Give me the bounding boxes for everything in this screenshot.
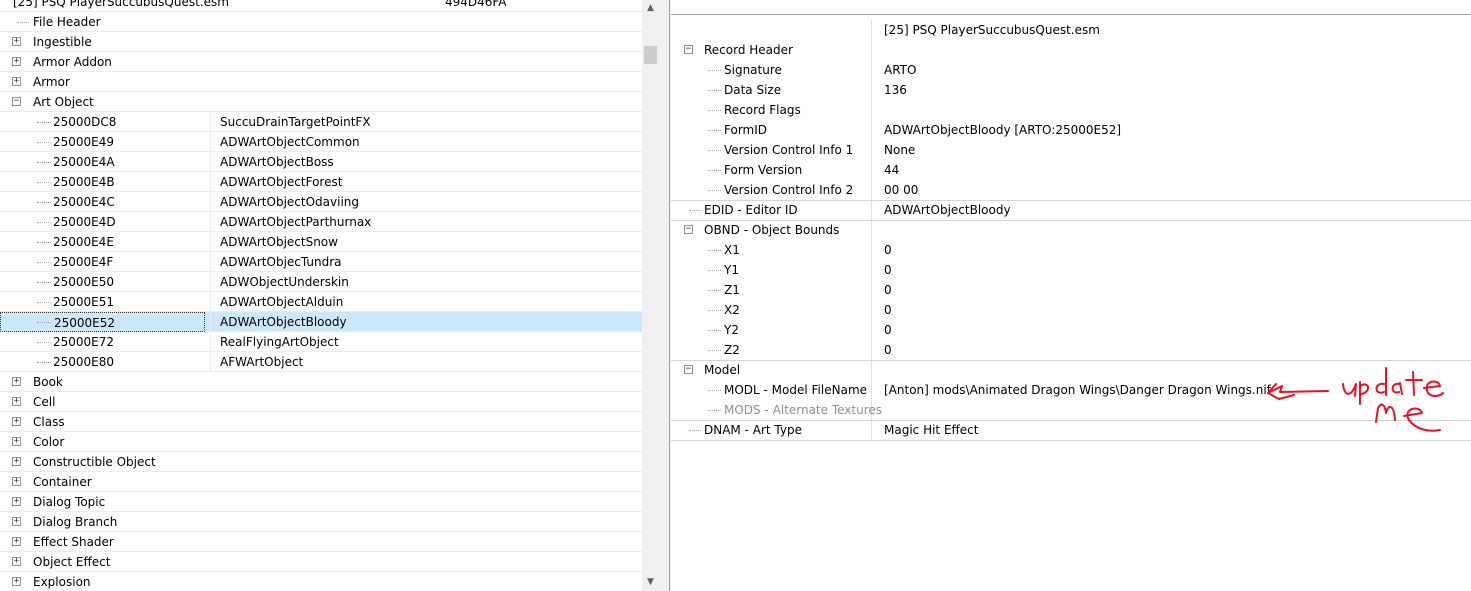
annotation-letter-u bbox=[1342, 383, 1357, 397]
annotation-letter-p bbox=[1359, 381, 1369, 405]
annotation-letter-e bbox=[1423, 380, 1444, 397]
annotation-arrow-icon bbox=[1267, 385, 1329, 394]
annotation-letter-d bbox=[1375, 367, 1387, 396]
annotation-letter-a bbox=[1391, 382, 1403, 395]
annotation-letter-t bbox=[1405, 371, 1423, 396]
annotation-letter-e2 bbox=[1403, 407, 1441, 432]
handwritten-annotation bbox=[1267, 367, 1444, 432]
annotation-letter-m bbox=[1375, 403, 1396, 423]
